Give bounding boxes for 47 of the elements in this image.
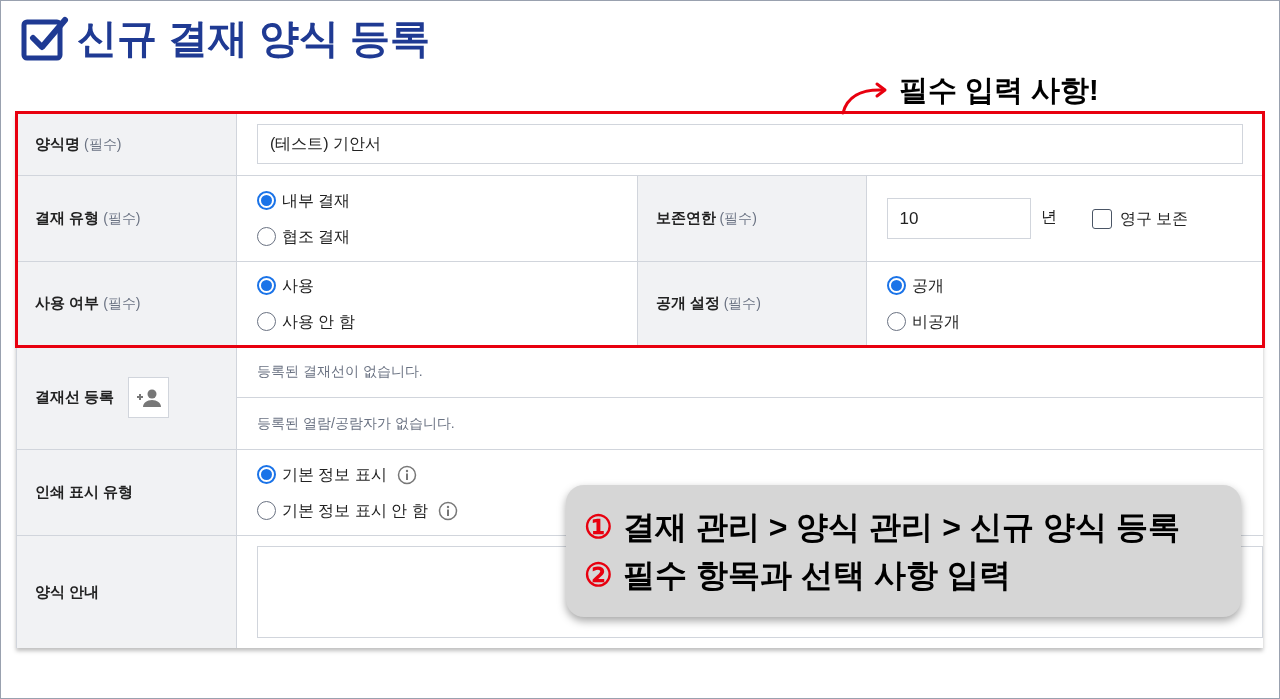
required-note: (필수) — [103, 209, 141, 228]
empty-message: 등록된 결재선이 없습니다. — [257, 362, 423, 381]
step-text: 결재 관리 > 양식 관리 > 신규 양식 등록 — [623, 508, 1180, 547]
required-note: (필수) — [723, 294, 761, 313]
field-label: 양식 안내 — [35, 581, 100, 602]
callout-text: 필수 입력 사항! — [899, 73, 1099, 108]
radio-button[interactable] — [257, 501, 276, 520]
unit-label: 년 — [1040, 206, 1057, 227]
radio-button[interactable] — [886, 276, 906, 295]
radio-label: 내부 결재 — [282, 190, 351, 211]
required-note: (필수) — [719, 209, 757, 228]
text-field[interactable]: (테스트) 기안서 — [257, 124, 1243, 164]
radio-button[interactable] — [886, 312, 906, 331]
info-icon[interactable] — [396, 464, 417, 485]
years-input[interactable]: 10 — [886, 198, 1031, 239]
radio-label: 협조 결재 — [282, 226, 351, 247]
checkbox-icon — [21, 14, 69, 62]
required-note: (필수) — [84, 134, 122, 154]
add-person-icon — [135, 387, 162, 408]
radio-button[interactable] — [257, 276, 276, 295]
radio-button[interactable] — [257, 312, 276, 331]
field-label: 인쇄 표시 유형 — [35, 482, 134, 503]
radio-label: 공개 — [911, 275, 944, 296]
radio-label: 사용 — [282, 275, 314, 296]
step-text: 필수 항목과 선택 사항 입력 — [623, 556, 1011, 595]
field-label: 결재 유형 — [35, 208, 100, 229]
page-title: 신규 결재 양식 등록 — [77, 18, 431, 58]
required-note: (필수) — [103, 294, 141, 313]
step-number: ① — [584, 508, 613, 547]
radio-label: 비공개 — [911, 311, 960, 332]
radio-button[interactable] — [257, 465, 276, 484]
checkbox[interactable] — [1091, 208, 1112, 229]
field-label: 사용 여부 — [35, 293, 100, 314]
radio-button[interactable] — [257, 191, 276, 210]
radio-button[interactable] — [257, 227, 276, 246]
field-label: 공개 설정 — [655, 293, 720, 314]
add-user-button[interactable] — [128, 377, 170, 418]
empty-message: 등록된 열람/공람자가 없습니다. — [257, 414, 455, 433]
field-label: 결재선 등록 — [35, 387, 115, 408]
info-icon[interactable] — [437, 500, 458, 521]
radio-label: 기본 정보 표시 안 함 — [282, 500, 428, 521]
radio-label: 기본 정보 표시 — [282, 464, 387, 485]
field-label: 보존연한 — [655, 208, 716, 229]
step-number: ② — [584, 556, 613, 595]
checkbox-label: 영구 보존 — [1119, 208, 1188, 229]
field-label: 양식명 — [35, 133, 80, 154]
radio-label: 사용 안 함 — [282, 311, 355, 332]
